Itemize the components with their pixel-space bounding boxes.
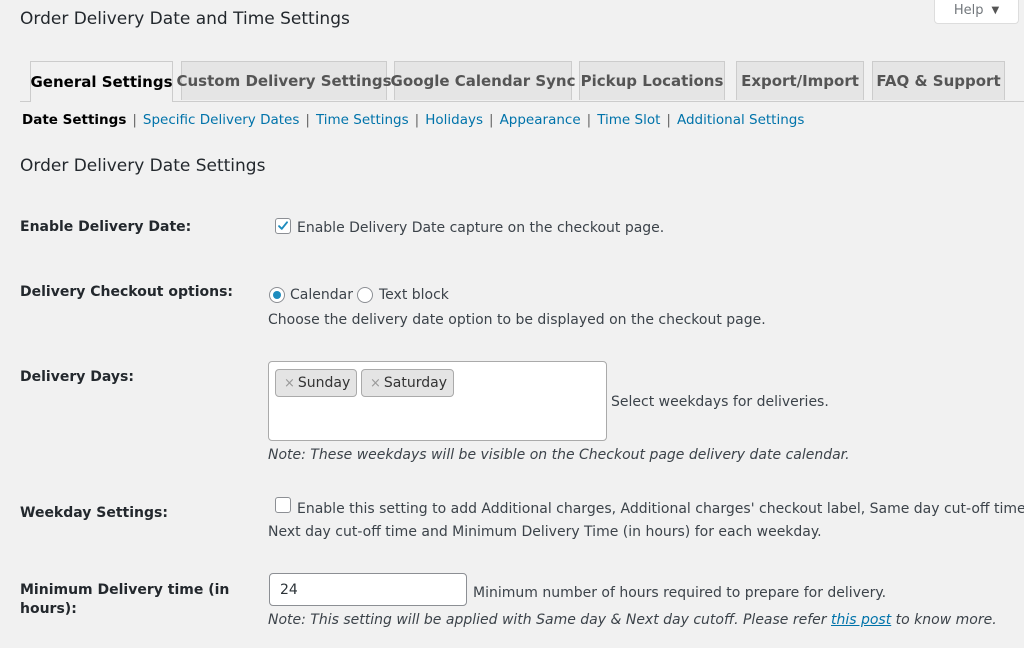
subnav-holidays[interactable]: Holidays <box>425 112 483 128</box>
caret-down-icon: ▼ <box>991 5 1000 16</box>
note-text: Note: This setting will be applied with … <box>268 612 831 628</box>
remove-icon[interactable]: × <box>370 376 381 391</box>
minimum-delivery-time-description: Minimum number of hours required to prep… <box>473 585 887 601</box>
separator: | <box>666 112 671 128</box>
tab-custom-delivery-settings[interactable]: Custom Delivery Settings <box>177 61 392 100</box>
selected-day-chip: × Saturday <box>361 369 454 397</box>
checkout-options-label: Delivery Checkout options: <box>20 284 234 300</box>
subnav-specific-delivery-dates[interactable]: Specific Delivery Dates <box>143 112 299 128</box>
checkout-options-description: Choose the delivery date option to be di… <box>268 312 766 328</box>
delivery-days-description: Select weekdays for deliveries. <box>611 394 829 410</box>
weekday-settings-checkbox[interactable] <box>275 497 291 513</box>
radio-text-block-label[interactable]: Text block <box>379 287 449 303</box>
tab-label: Custom Delivery Settings <box>176 72 392 90</box>
minimum-delivery-time-note: Note: This setting will be applied with … <box>268 612 997 628</box>
tab-general-settings[interactable]: General Settings <box>30 61 173 102</box>
tab-label: Export/Import <box>741 72 859 90</box>
checkmark-icon <box>278 221 288 230</box>
minimum-delivery-time-label-line1: Minimum Delivery time (in <box>20 582 230 598</box>
help-label: Help <box>953 3 984 18</box>
separator: | <box>132 112 137 128</box>
delivery-days-label: Delivery Days: <box>20 369 134 385</box>
separator: | <box>586 112 592 128</box>
tab-google-calendar-sync[interactable]: Google Calendar Sync <box>391 61 575 100</box>
minimum-delivery-time-input[interactable] <box>269 573 467 606</box>
delivery-days-select[interactable]: × Sunday × Saturday <box>268 361 607 441</box>
separator: | <box>305 112 310 128</box>
radio-text-block[interactable] <box>357 287 373 303</box>
this-post-link[interactable]: this post <box>831 612 891 628</box>
tab-label: Pickup Locations <box>580 72 724 90</box>
radio-selected-dot <box>273 291 281 299</box>
chip-label: Sunday <box>297 375 351 391</box>
subnav-time-slot[interactable]: Time Slot <box>597 112 660 128</box>
tab-pickup-locations[interactable]: Pickup Locations <box>579 61 725 100</box>
sub-navigation: Date Settings | Specific Delivery Dates | Ti… <box>22 112 804 128</box>
separator: | <box>414 112 420 128</box>
tab-label: FAQ & Support <box>876 72 1001 90</box>
minimum-delivery-time-label-line2: hours): <box>20 601 77 617</box>
selected-day-chip: × Sunday <box>275 369 358 397</box>
separator: | <box>489 112 494 128</box>
weekday-settings-description-line1: Enable this setting to add Additional ch… <box>297 501 1024 517</box>
weekday-settings-label: Weekday Settings: <box>20 505 168 521</box>
radio-calendar[interactable] <box>269 287 285 303</box>
subnav-time-settings[interactable]: Time Settings <box>316 112 409 128</box>
enable-delivery-date-checkbox[interactable] <box>275 218 291 234</box>
chip-label: Saturday <box>383 375 447 391</box>
radio-calendar-label[interactable]: Calendar <box>290 287 353 303</box>
tab-label: Google Calendar Sync <box>390 72 576 90</box>
tab-export-import[interactable]: Export/Import <box>736 61 864 100</box>
delivery-days-note: Note: These weekdays will be visible on … <box>268 447 850 463</box>
subnav-additional-settings[interactable]: Additional Settings <box>677 112 804 128</box>
remove-icon[interactable]: × <box>284 376 295 391</box>
page-title: Order Delivery Date and Time Settings <box>20 9 350 29</box>
settings-tabs: General Settings Custom Delivery Setting… <box>20 61 1024 102</box>
subnav-appearance[interactable]: Appearance <box>500 112 581 128</box>
enable-delivery-date-label: Enable Delivery Date: <box>20 219 192 235</box>
subnav-date-settings[interactable]: Date Settings <box>22 112 126 128</box>
weekday-settings-description-line2: Next day cut-off time and Minimum Delive… <box>268 524 822 540</box>
help-button[interactable]: Help ▼ <box>934 0 1019 24</box>
enable-delivery-date-description: Enable Delivery Date capture on the chec… <box>297 220 665 236</box>
section-title: Order Delivery Date Settings <box>20 156 266 176</box>
note-text-end: to know more. <box>891 612 997 628</box>
tab-faq-support[interactable]: FAQ & Support <box>872 61 1005 100</box>
tab-label: General Settings <box>30 73 173 91</box>
